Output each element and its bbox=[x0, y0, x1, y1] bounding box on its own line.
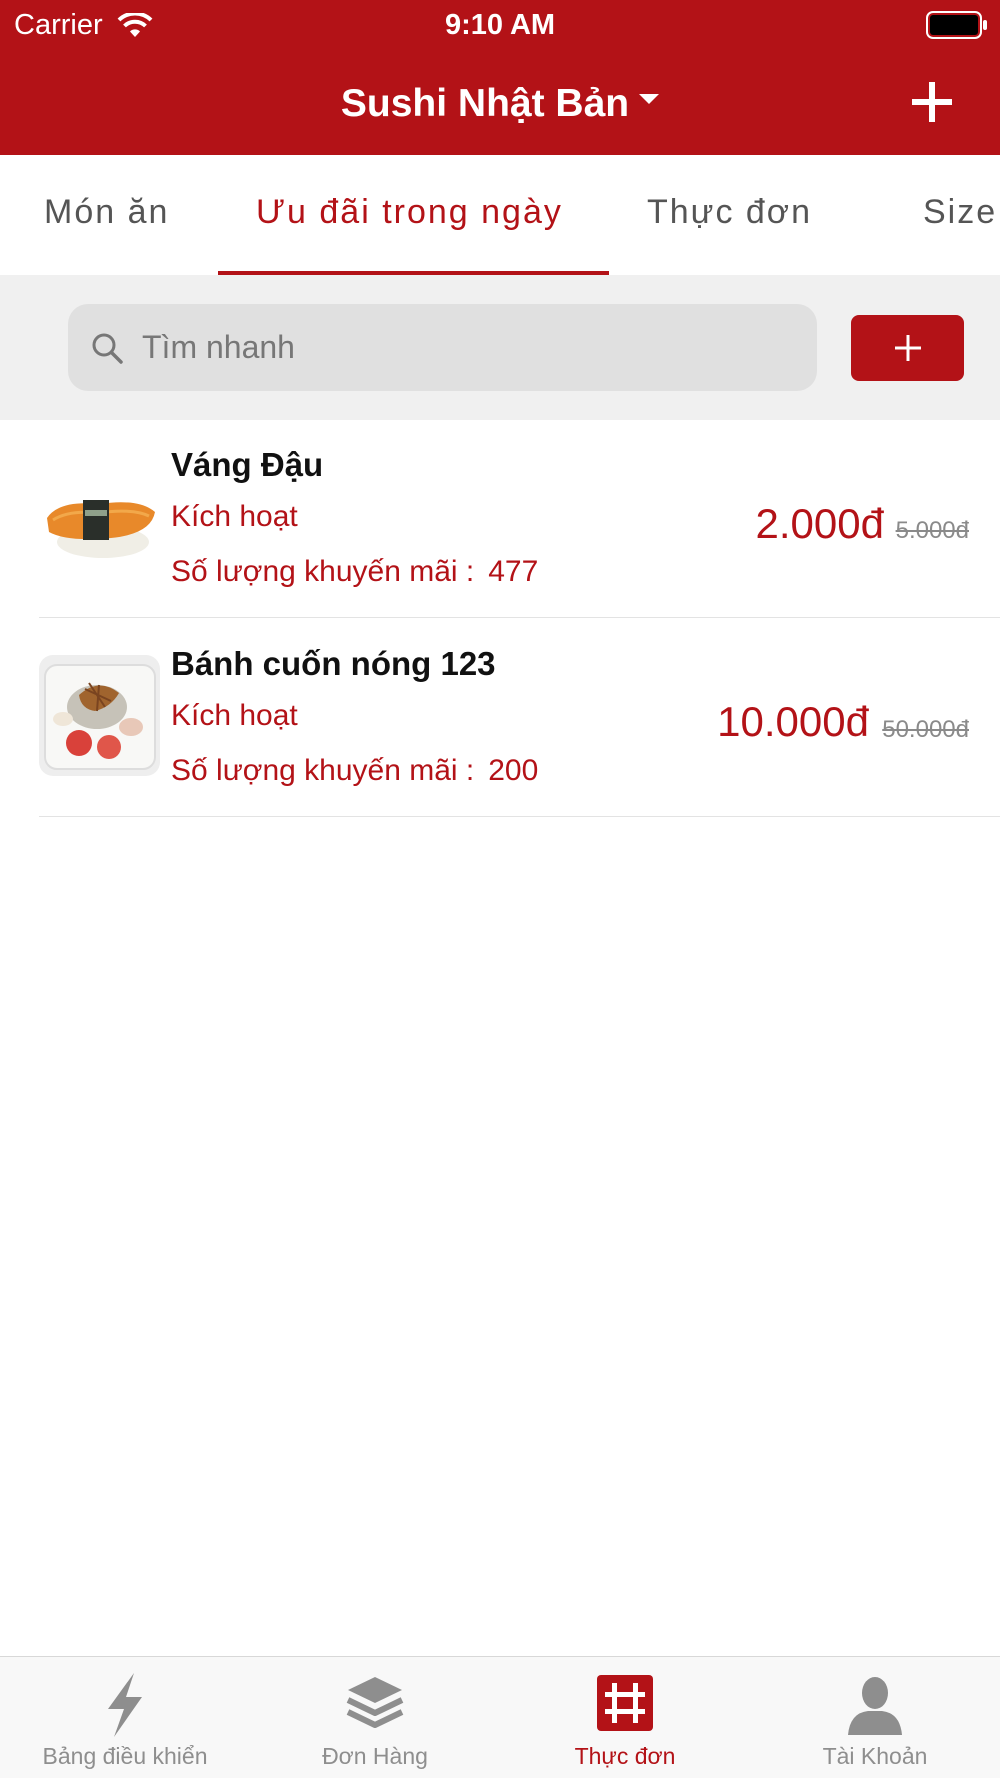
item-name: Váng Đậu bbox=[171, 446, 324, 483]
tabbar-item-account[interactable]: Tài Khoản bbox=[750, 1657, 1000, 1778]
tabbar-label: Thực đơn bbox=[574, 1743, 676, 1769]
grid-icon bbox=[597, 1675, 653, 1731]
search-input[interactable] bbox=[142, 329, 782, 366]
nav-title: Sushi Nhật Bản bbox=[340, 82, 630, 125]
tabbar-item-dashboard[interactable]: Bảng điều khiển bbox=[0, 1657, 250, 1778]
tab-uu-dai-trong-ngay[interactable]: Ưu đãi trong ngày bbox=[256, 193, 563, 232]
top-bar: Carrier 9:10 AM Sushi Nhật Bản bbox=[0, 0, 1000, 155]
search-field[interactable] bbox=[68, 304, 817, 391]
tabbar-label: Tài Khoản bbox=[822, 1743, 928, 1769]
tab-size[interactable]: Size bbox=[923, 193, 997, 232]
plus-icon bbox=[894, 335, 921, 361]
tabbar-label: Bảng điều khiển bbox=[42, 1743, 208, 1769]
clock: 9:10 AM bbox=[444, 9, 556, 41]
item-promo-quantity: Số lượng khuyến mãi : 200 bbox=[171, 754, 538, 788]
tab-thuc-don[interactable]: Thực đơn bbox=[647, 193, 812, 232]
item-price: 10.000đ bbox=[717, 698, 869, 745]
bottom-tab-bar: Bảng điều khiển Đơn Hàng Thực đơn Tài Kh… bbox=[0, 1656, 1000, 1778]
item-old-price: 50.000đ bbox=[882, 716, 969, 743]
list-item[interactable]: Váng Đậu Kích hoạt Số lượng khuyến mãi :… bbox=[39, 420, 1000, 618]
battery-icon bbox=[926, 11, 987, 39]
item-thumbnail-banh-cuon bbox=[39, 655, 160, 776]
item-thumbnail-sushi bbox=[39, 458, 160, 579]
lightning-icon bbox=[108, 1673, 142, 1737]
segment-tabs: Món ăn Ưu đãi trong ngày Thực đơn Size bbox=[0, 155, 1000, 275]
item-status: Kích hoạt bbox=[171, 699, 298, 732]
chevron-down-icon bbox=[639, 94, 660, 104]
status-bar: Carrier 9:10 AM bbox=[0, 0, 1000, 50]
item-old-price: 5.000đ bbox=[895, 517, 969, 544]
tabbar-label: Đơn Hàng bbox=[322, 1743, 428, 1769]
search-icon bbox=[92, 333, 123, 364]
store-selector[interactable]: Sushi Nhật Bản bbox=[0, 82, 1000, 126]
item-promo-quantity: Số lượng khuyến mãi : 477 bbox=[171, 555, 538, 589]
add-promotion-button[interactable] bbox=[851, 315, 964, 381]
qty-label: Số lượng khuyến mãi : bbox=[171, 754, 475, 787]
layers-icon bbox=[346, 1677, 404, 1728]
qty-label: Số lượng khuyến mãi : bbox=[171, 555, 475, 588]
search-bar bbox=[0, 275, 1000, 420]
item-status: Kích hoạt bbox=[171, 500, 298, 533]
add-icon[interactable] bbox=[908, 78, 956, 126]
item-name: Bánh cuốn nóng 123 bbox=[171, 645, 496, 682]
qty-value: 200 bbox=[488, 754, 539, 787]
user-icon bbox=[848, 1677, 902, 1735]
tab-mon-an[interactable]: Món ăn bbox=[44, 193, 169, 232]
item-price: 2.000đ bbox=[755, 500, 884, 547]
qty-value: 477 bbox=[488, 555, 539, 588]
tabbar-item-orders[interactable]: Đơn Hàng bbox=[250, 1657, 500, 1778]
list-item[interactable]: Bánh cuốn nóng 123 Kích hoạt Số lượng kh… bbox=[39, 619, 1000, 817]
tabbar-item-menu[interactable]: Thực đơn bbox=[500, 1657, 750, 1778]
